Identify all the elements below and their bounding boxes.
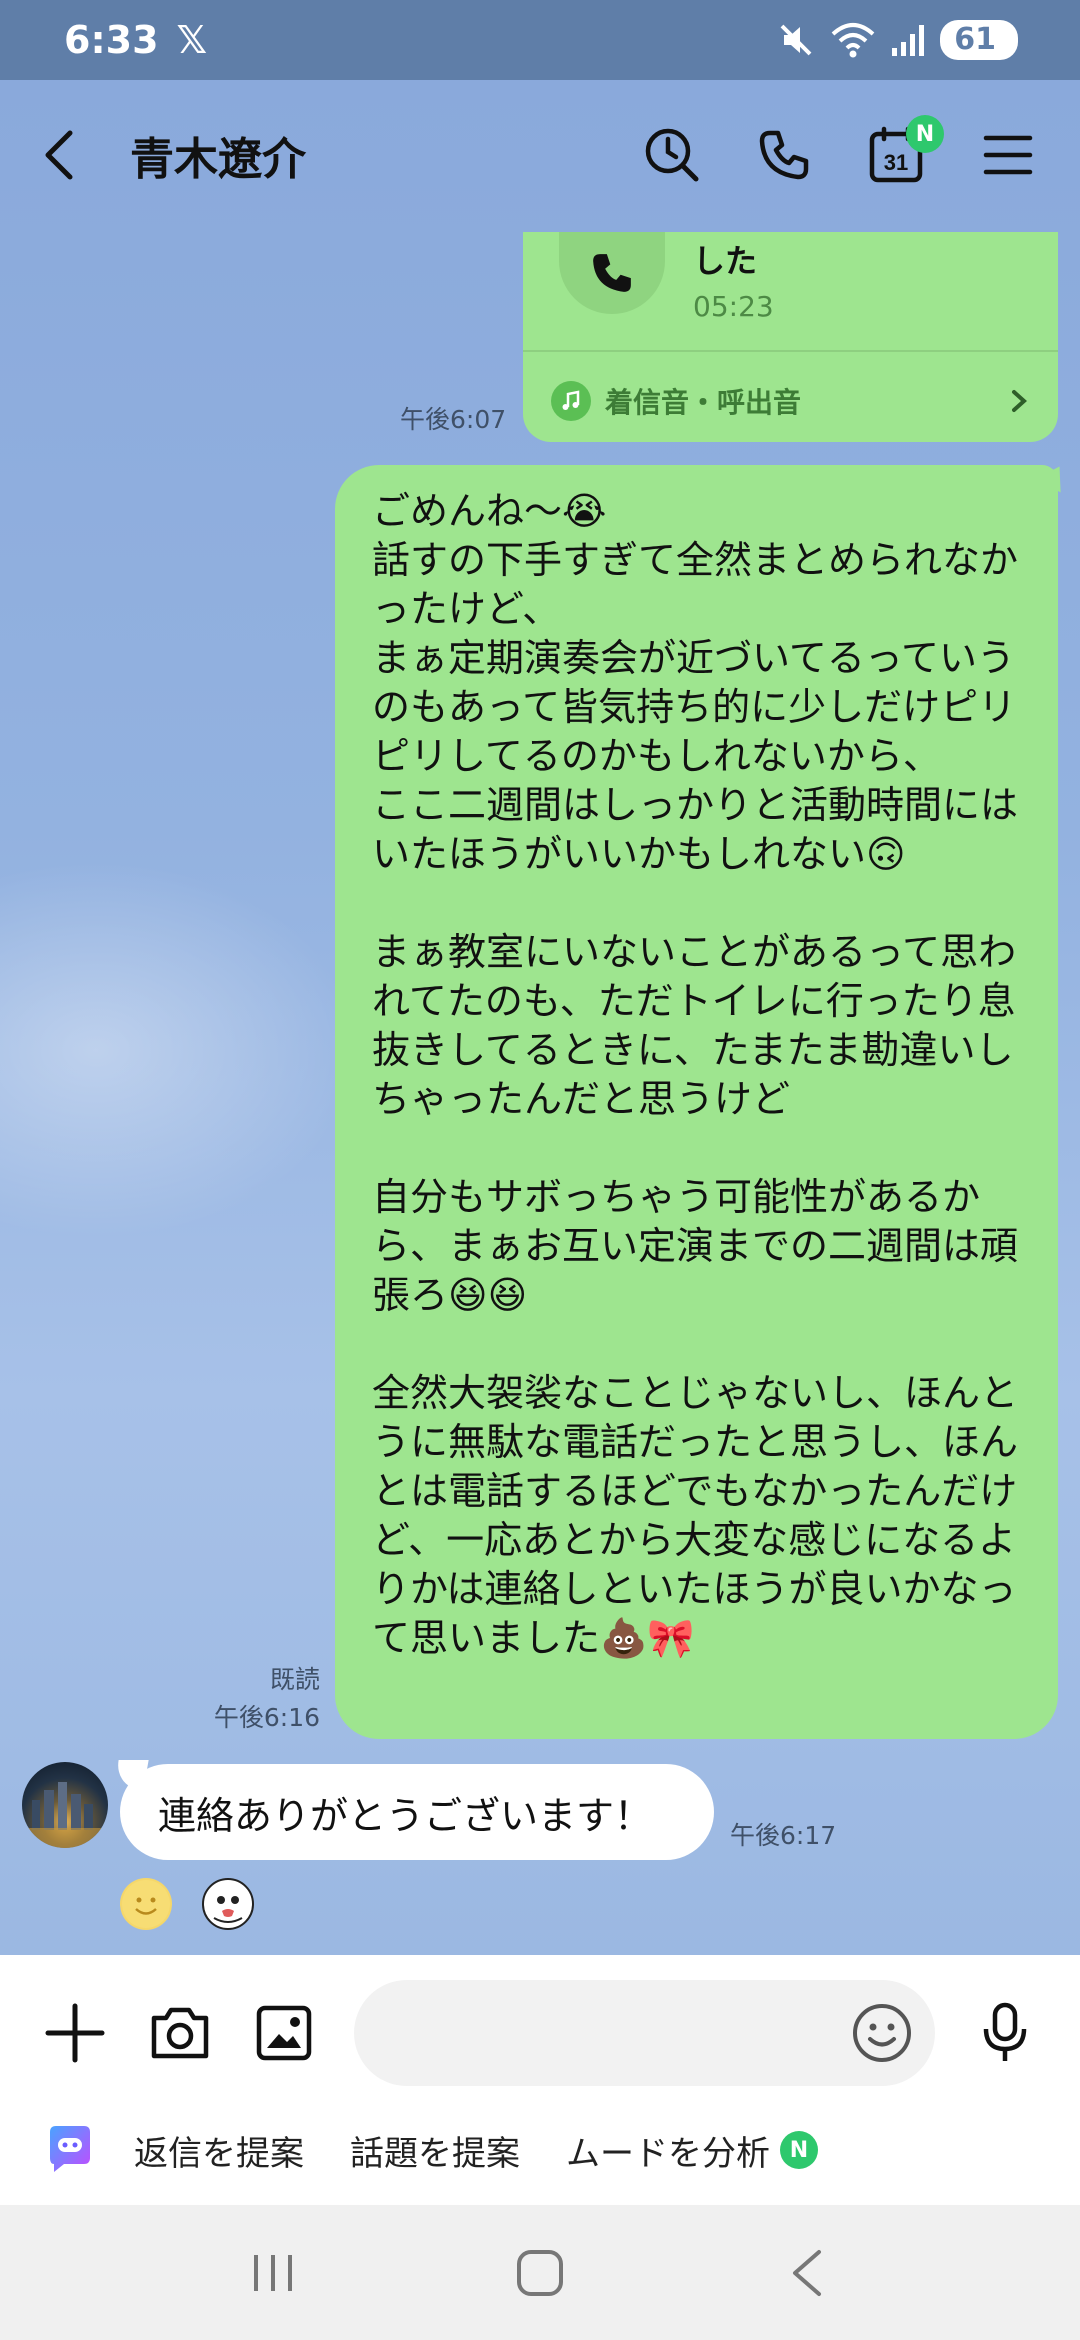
sent-time: 午後6:16 <box>213 1703 320 1732</box>
plus-icon <box>45 2003 105 2063</box>
smile-emoji-icon <box>122 1880 170 1928</box>
phone-filled-icon <box>593 254 631 292</box>
status-left: 6:33 𝕏 <box>64 18 207 62</box>
call-icon-circle <box>559 232 665 314</box>
status-time: 6:33 <box>64 18 159 62</box>
wifi-icon <box>831 23 875 58</box>
smile-reaction-button[interactable] <box>120 1878 172 1930</box>
microphone-icon <box>983 2002 1026 2061</box>
call-card-divider <box>523 350 1058 352</box>
back-button[interactable] <box>40 125 100 185</box>
calendar-day: 31 <box>884 150 908 175</box>
received-message-bubble[interactable]: 連絡ありがとうございます！ <box>120 1764 714 1860</box>
mute-icon <box>780 24 812 56</box>
home-icon <box>516 2249 563 2296</box>
home-button[interactable] <box>500 2233 580 2313</box>
x-logo-icon: 𝕏 <box>176 18 208 62</box>
status-right: 61 <box>776 20 1018 60</box>
system-back-button[interactable] <box>767 2233 847 2313</box>
recent-apps-icon <box>254 2254 293 2291</box>
phone-icon <box>759 130 809 180</box>
add-button[interactable] <box>40 1997 111 2069</box>
system-nav-bar <box>0 2205 1080 2340</box>
signal-icon <box>892 25 925 56</box>
message-input[interactable] <box>353 1980 936 2086</box>
back-arrow-icon <box>792 2249 821 2296</box>
call-button[interactable] <box>752 123 816 187</box>
chat-header: 青木遼介 31 N <box>0 80 1080 230</box>
battery-indicator: 61 <box>940 20 1018 60</box>
avatar-cityscape-icon <box>22 1782 108 1848</box>
recent-apps-button[interactable] <box>233 2233 313 2313</box>
contact-name[interactable]: 青木遼介 <box>130 123 640 187</box>
call-time: 午後6:07 <box>400 405 507 434</box>
sent-message-bubble[interactable]: ごめんね〜😭 話すの下手すぎて全然まとめられなかったけど、 まぁ定期演奏会が近づ… <box>335 465 1058 1739</box>
call-duration: 05:23 <box>693 290 774 323</box>
photo-button[interactable] <box>249 1997 320 2069</box>
chevron-right-icon <box>1012 390 1027 412</box>
message-input-container <box>353 1980 936 2086</box>
background-cloud <box>0 860 360 1240</box>
voice-button[interactable] <box>969 1997 1040 2069</box>
image-icon <box>257 2005 312 2061</box>
input-row <box>0 1973 1080 2093</box>
analyze-mood-label: ムードを分析 <box>566 2133 770 2174</box>
search-history-icon <box>645 128 699 182</box>
smiley-icon <box>853 2004 912 2062</box>
hamburger-menu-icon <box>983 135 1033 175</box>
analyze-mood-new-badge: N <box>780 2131 818 2169</box>
calendar-new-badge: N <box>906 115 944 153</box>
suggest-topic-chip[interactable]: 話題を提案 <box>350 2126 520 2175</box>
camera-icon <box>151 2007 209 2059</box>
ai-suggestion-row: 返信を提案 話題を提案 ムードを分析 N <box>0 2105 1080 2195</box>
camera-button[interactable] <box>145 1997 216 2069</box>
call-title: した <box>693 242 758 280</box>
sticker-reaction-button[interactable] <box>202 1878 254 1930</box>
received-message-text: 連絡ありがとうございます！ <box>158 1793 653 1838</box>
menu-button[interactable] <box>976 123 1040 187</box>
chevron-left-icon <box>45 130 73 180</box>
analyze-mood-chip[interactable]: ムードを分析 N <box>566 2126 818 2175</box>
suggest-reply-chip[interactable]: 返信を提案 <box>134 2126 304 2175</box>
ringtone-link[interactable]: 着信音・呼出音 <box>551 376 1030 426</box>
search-history-button[interactable] <box>640 123 704 187</box>
header-actions: 31 N <box>640 115 1040 187</box>
input-bar: 返信を提案 話題を提案 ムードを分析 N <box>0 1955 1080 2205</box>
calendar-button[interactable]: 31 N <box>864 115 944 187</box>
ringtone-label: 着信音・呼出音 <box>605 386 802 419</box>
read-status: 既読 <box>269 1665 320 1694</box>
ai-assistant-icon[interactable] <box>40 2120 100 2180</box>
status-bar: 6:33 𝕏 61 <box>0 0 1080 80</box>
received-time: 午後6:17 <box>730 1821 837 1850</box>
music-note-icon <box>551 381 591 421</box>
character-sticker-icon <box>213 1896 243 1923</box>
call-history-card[interactable]: した 05:23 着信音・呼出音 <box>523 232 1058 442</box>
contact-avatar[interactable] <box>22 1762 108 1848</box>
reaction-row <box>120 1878 254 1930</box>
emoji-button[interactable] <box>851 2002 913 2064</box>
